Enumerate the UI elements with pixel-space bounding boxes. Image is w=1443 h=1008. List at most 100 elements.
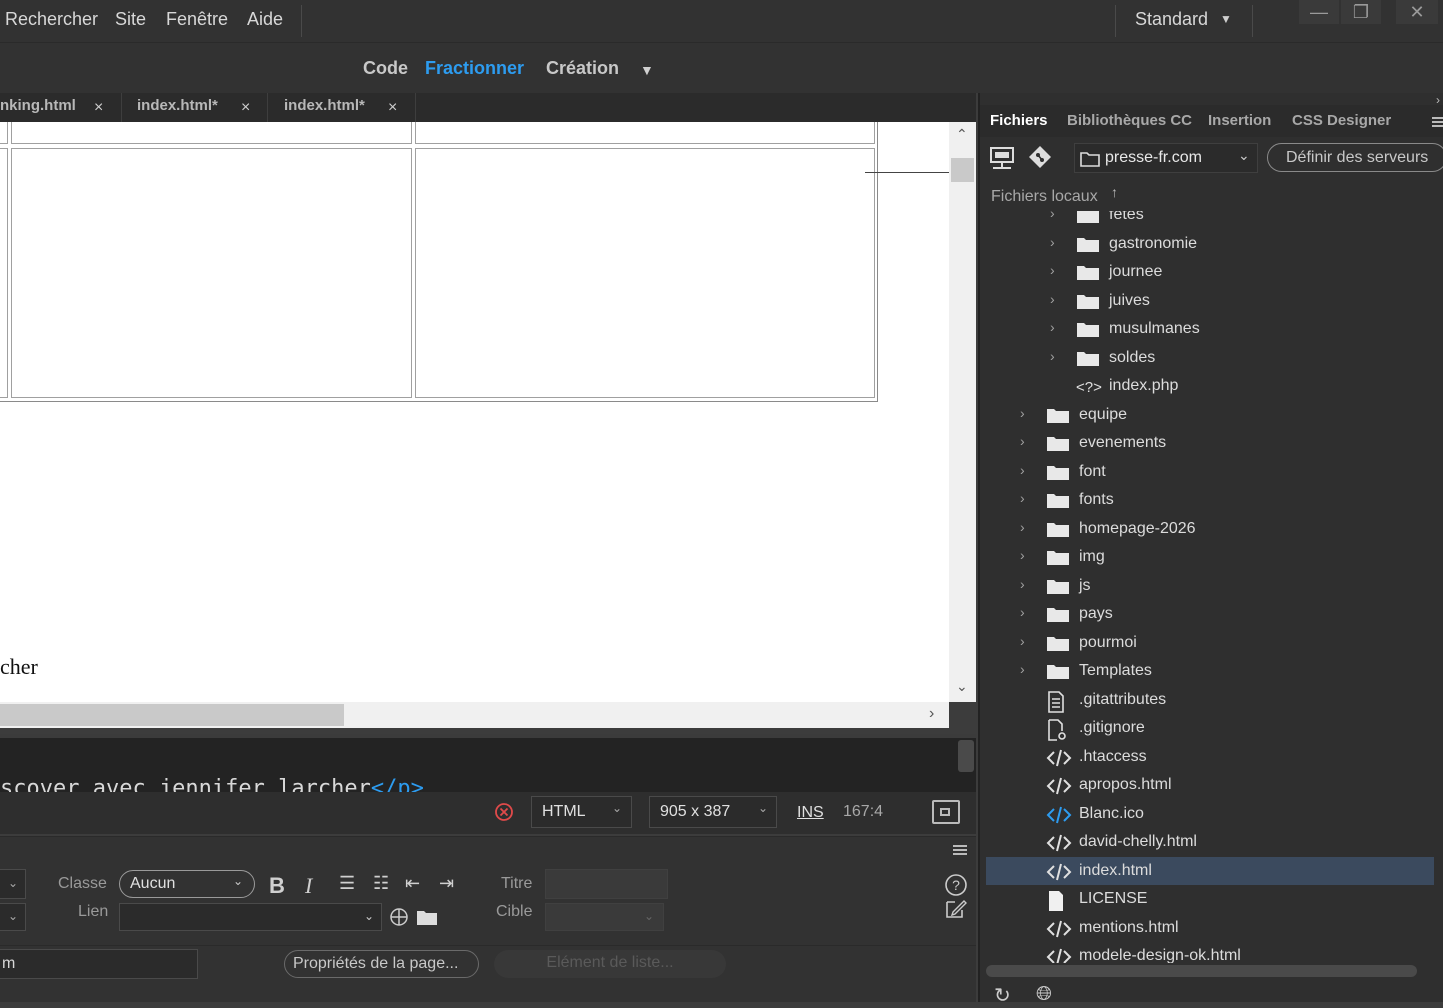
table-cell[interactable] — [11, 122, 412, 144]
tree-folder-row[interactable]: › musulmanes — [986, 315, 1434, 343]
close-icon[interactable]: × — [388, 99, 397, 117]
git-icon[interactable] — [1028, 145, 1052, 169]
chevron-right-icon[interactable]: › — [1020, 462, 1025, 478]
tree-folder-row[interactable]: › img — [986, 543, 1434, 571]
code-line[interactable]: scover avec jennifer larcher</p> — [0, 776, 424, 792]
scroll-thumb[interactable] — [951, 158, 974, 182]
menu-fenetre[interactable]: Fenêtre — [166, 9, 228, 30]
code-view[interactable]: scover avec jennifer larcher</p> — [0, 734, 976, 792]
page-properties-button[interactable]: Propriétés de la page... — [284, 950, 479, 978]
vertical-scrollbar[interactable]: ⌃ ⌄ — [949, 122, 976, 702]
paragraph-text[interactable]: cher — [0, 654, 38, 680]
outdent-icon[interactable]: ⇤ — [405, 873, 420, 894]
tab-files[interactable]: Fichiers — [990, 112, 1048, 129]
doc-type-select[interactable]: HTML ⌄ — [531, 796, 632, 828]
tree-file-row[interactable]: <?> index.php — [986, 372, 1434, 400]
live-preview-icon[interactable] — [932, 800, 960, 824]
chevron-right-icon[interactable]: › — [1050, 348, 1055, 364]
list-item-button[interactable]: Elément de liste... — [494, 950, 726, 978]
tree-folder-row[interactable]: › pays — [986, 600, 1434, 628]
tree-folder-row[interactable]: › gastronomie — [986, 230, 1434, 258]
italic-button[interactable]: I — [305, 873, 312, 899]
insert-mode-indicator[interactable]: INS — [797, 804, 824, 822]
chevron-down-icon[interactable]: ▼ — [640, 62, 654, 78]
menu-rechercher[interactable]: Rechercher — [5, 9, 98, 30]
tree-folder-row[interactable]: › js — [986, 572, 1434, 600]
chevron-right-icon[interactable]: › — [1020, 405, 1025, 421]
tree-folder-row[interactable]: › evenements — [986, 429, 1434, 457]
design-view-button[interactable]: Création — [546, 58, 619, 79]
chevron-right-icon[interactable]: › — [1020, 633, 1025, 649]
chevron-right-icon[interactable]: › — [1050, 319, 1055, 335]
tree-file-row[interactable]: modele-design-ok.html — [986, 942, 1434, 963]
site-select[interactable]: presse-fr.com ⌄ — [1074, 143, 1258, 173]
tab-insert[interactable]: Insertion — [1208, 112, 1271, 129]
ordered-list-icon[interactable]: ☷ — [373, 873, 389, 894]
table-cell[interactable] — [0, 148, 8, 398]
chevron-right-icon[interactable]: › — [1020, 576, 1025, 592]
edit-icon[interactable] — [944, 897, 968, 919]
tree-folder-row[interactable]: › pourmoi — [986, 629, 1434, 657]
chevron-down-icon[interactable]: ▼ — [1220, 12, 1232, 26]
bold-button[interactable]: B — [269, 873, 285, 899]
globe-icon[interactable]: 🌐︎ — [1036, 983, 1052, 1006]
chevron-down-icon[interactable]: ⌄ — [956, 678, 968, 695]
split-view-button[interactable]: Fractionner — [425, 58, 524, 79]
tree-file-row[interactable]: david-chelly.html — [986, 828, 1434, 856]
error-icon[interactable] — [494, 802, 514, 822]
tree-file-row[interactable]: mentions.html — [986, 914, 1434, 942]
arrow-up-icon[interactable]: ↑ — [1111, 184, 1118, 200]
chevron-right-icon[interactable]: › — [1020, 490, 1025, 506]
indent-icon[interactable]: ⇥ — [439, 873, 454, 894]
tree-folder-row[interactable]: › fetes — [986, 211, 1434, 229]
tab-document[interactable]: nking.html × — [0, 93, 122, 122]
chevron-up-icon[interactable]: ⌃ — [956, 126, 968, 143]
close-icon[interactable]: × — [241, 99, 250, 117]
tab-css-designer[interactable]: CSS Designer — [1292, 112, 1391, 129]
code-view-button[interactable]: Code — [363, 58, 408, 79]
link-input[interactable]: ⌄ — [119, 903, 382, 931]
point-to-file-icon[interactable] — [389, 907, 409, 927]
define-servers-button[interactable]: Définir des serveurs — [1267, 143, 1443, 172]
design-view[interactable]: cher — [0, 122, 949, 702]
minimize-icon[interactable]: — — [1299, 0, 1339, 24]
tree-folder-row[interactable]: › fonts — [986, 486, 1434, 514]
table-cell[interactable] — [0, 122, 8, 144]
refresh-icon[interactable]: ↻ — [994, 983, 1011, 1008]
workspace-switcher[interactable]: Standard — [1135, 9, 1208, 30]
tree-folder-row[interactable]: › Templates — [986, 657, 1434, 685]
panel-menu-icon[interactable] — [953, 845, 967, 855]
horizontal-scrollbar[interactable]: › — [0, 702, 949, 728]
table-cell[interactable] — [415, 122, 875, 144]
chevron-right-icon[interactable]: › — [1050, 211, 1055, 221]
chevron-right-icon[interactable]: › — [1050, 234, 1055, 250]
table-cell[interactable] — [11, 148, 412, 398]
restore-icon[interactable]: ❐ — [1341, 0, 1381, 24]
folder-icon[interactable] — [416, 908, 438, 926]
menu-site[interactable]: Site — [115, 9, 146, 30]
chevron-right-icon[interactable]: › — [1020, 519, 1025, 535]
horizontal-scrollbar[interactable] — [986, 965, 1417, 977]
panel-menu-icon[interactable] — [1432, 117, 1443, 127]
scroll-thumb[interactable] — [0, 704, 344, 726]
tree-file-row[interactable]: Blanc.ico — [986, 800, 1434, 828]
tree-file-row[interactable]: LICENSE — [986, 885, 1434, 913]
chevron-right-icon[interactable]: › — [1020, 661, 1025, 677]
tab-cc-libraries[interactable]: Bibliothèques CC — [1067, 112, 1192, 129]
tree-folder-row[interactable]: › homepage-2026 — [986, 515, 1434, 543]
scroll-thumb[interactable] — [958, 740, 974, 772]
chevron-right-icon[interactable]: › — [1020, 604, 1025, 620]
unordered-list-icon[interactable]: ☰ — [339, 873, 355, 894]
tree-file-row[interactable]: apropos.html — [986, 771, 1434, 799]
chevron-right-icon[interactable]: › — [1050, 291, 1055, 307]
tree-file-row[interactable]: index.html — [986, 856, 1434, 885]
local-files-header[interactable]: Fichiers locaux — [991, 188, 1098, 206]
tree-folder-row[interactable]: › equipe — [986, 401, 1434, 429]
class-select[interactable]: Aucun ⌄ — [119, 870, 255, 898]
chevron-right-icon[interactable]: › — [1050, 262, 1055, 278]
connect-server-icon[interactable] — [989, 146, 1015, 170]
tree-file-row[interactable]: .htaccess — [986, 743, 1434, 771]
help-icon[interactable]: ? — [944, 873, 968, 897]
table-cell[interactable] — [415, 148, 875, 398]
chevron-right-icon[interactable]: › — [1020, 433, 1025, 449]
